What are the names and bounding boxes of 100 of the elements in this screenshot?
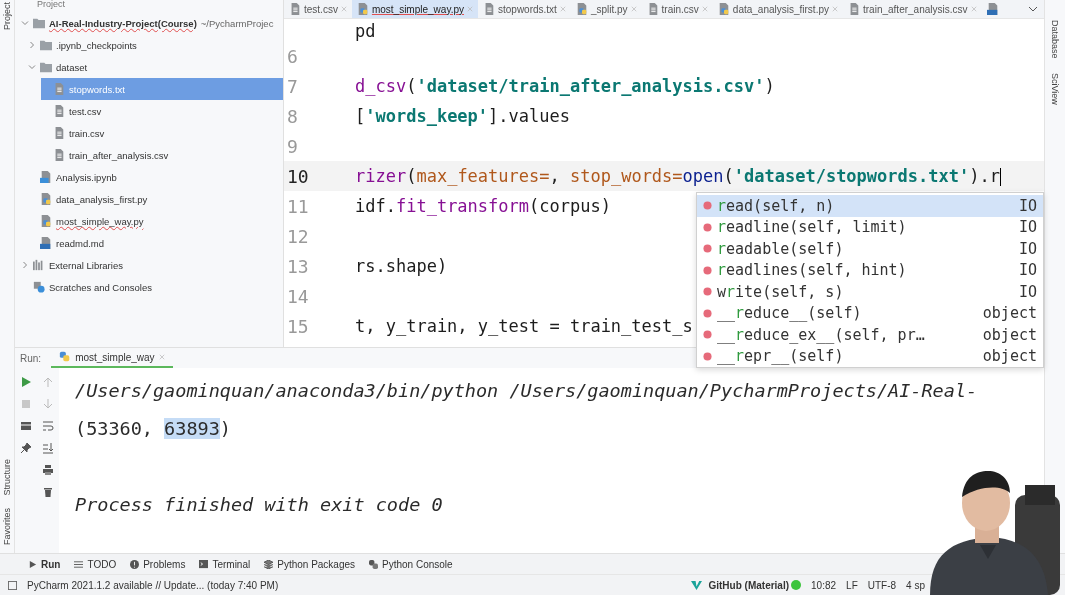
method-icon: [703, 287, 712, 297]
tool-window-button[interactable]: Terminal: [199, 558, 251, 570]
tree-item[interactable]: Analysis.ipynb: [28, 166, 283, 188]
chevron-down-icon[interactable]: [1028, 6, 1038, 12]
editor-tab[interactable]: train.csv: [641, 0, 713, 18]
tree-item[interactable]: External Libraries: [15, 254, 283, 276]
completion-item[interactable]: readline(self, limit) IO: [697, 216, 1043, 238]
theme-name[interactable]: GitHub (Material): [708, 579, 790, 591]
tree-item[interactable]: test.csv: [41, 100, 283, 122]
folder-icon: [33, 17, 45, 29]
close-icon[interactable]: [970, 6, 977, 12]
editor-tab[interactable]: data_analysis_first.py: [712, 0, 843, 18]
up-arrow-icon[interactable]: [42, 376, 54, 388]
completion-item[interactable]: write(self, s) IO: [697, 281, 1043, 303]
close-icon[interactable]: [158, 354, 165, 360]
indent-setting[interactable]: 4 sp: [906, 579, 925, 591]
tool-window-button[interactable]: TODO: [74, 558, 117, 570]
editor-tab[interactable]: stopwords.txt: [478, 0, 571, 18]
layout-icon[interactable]: [20, 420, 32, 432]
line-number: 6: [287, 45, 298, 67]
close-icon[interactable]: [467, 6, 473, 12]
folder-icon: [40, 61, 52, 73]
tree-item[interactable]: Scratches and Consoles: [15, 276, 283, 298]
method-icon: [703, 222, 712, 232]
caret-position[interactable]: 10:82: [811, 579, 837, 591]
code-line: d_csv('dataset/train_after_analysis.csv'): [355, 76, 775, 96]
file-icon: [483, 3, 495, 15]
completion-item[interactable]: __repr__(self) object: [697, 345, 1043, 367]
file-encoding[interactable]: UTF-8: [867, 579, 897, 591]
code-line: rs.shape): [355, 256, 448, 276]
method-icon: [703, 308, 712, 318]
file-icon: [53, 149, 65, 161]
pin-icon[interactable]: [20, 442, 32, 454]
file-icon: [53, 83, 65, 95]
editor-tab[interactable]: test.csv: [284, 0, 352, 18]
python-file-icon: [717, 3, 730, 15]
scroll-to-end-icon[interactable]: [42, 442, 54, 454]
tree-item[interactable]: data_analysis_first.py: [28, 188, 283, 210]
tool-window-button[interactable]: Problems: [130, 558, 186, 570]
completion-item[interactable]: __reduce__(self) object: [697, 302, 1043, 324]
line-number: 12: [287, 225, 309, 247]
python-file-icon: [40, 193, 52, 205]
stop-icon[interactable]: [20, 398, 32, 410]
line-number: 14: [287, 285, 309, 307]
tree-item[interactable]: train_after_analysis.csv: [41, 144, 283, 166]
library-icon: [33, 259, 45, 271]
code-line: rizer(max_features=, stop_words=open('dataset/stopwords.txt').r: [355, 166, 1002, 186]
project-path: ~/PycharmProjec: [200, 17, 274, 29]
tree-item[interactable]: train.csv: [41, 122, 283, 144]
soft-wrap-icon[interactable]: [42, 420, 54, 432]
code-line: t, y_train, y_test = train_test_s: [355, 316, 693, 336]
layers-icon: [264, 559, 274, 569]
run-tab[interactable]: most_simple_way: [51, 348, 173, 368]
editor-tab[interactable]: _split.py: [570, 0, 642, 18]
tree-item[interactable]: readmd.md: [28, 232, 283, 254]
warning-icon: [130, 559, 140, 569]
status-dot-icon: [791, 580, 802, 590]
console-output: (53360, 63893): [75, 417, 232, 441]
completion-item[interactable]: __reduce_ex__(self, pr… object: [697, 324, 1043, 346]
editor-tab[interactable]: train_after_analysis.csv: [843, 0, 982, 18]
tool-window-tab[interactable]: SciView: [1050, 72, 1060, 105]
editor-tab[interactable]: most_simple_way.py: [351, 0, 478, 18]
run-icon[interactable]: [20, 376, 32, 388]
completion-item[interactable]: readable(self) IO: [697, 238, 1043, 260]
python-file-icon: [575, 3, 588, 15]
tree-item[interactable]: dataset: [28, 56, 283, 78]
tree-item[interactable]: most_simple_way.py: [28, 210, 283, 232]
tree-item[interactable]: .ipynb_checkpoints: [28, 34, 283, 56]
notification-icon[interactable]: [8, 580, 17, 590]
method-icon: [703, 265, 712, 275]
close-icon[interactable]: [559, 6, 566, 12]
close-icon[interactable]: [701, 6, 708, 12]
file-icon: [289, 3, 301, 15]
panel-title[interactable]: Project: [37, 0, 65, 8]
method-icon: [703, 244, 712, 254]
completion-item[interactable]: readlines(self, hint) IO: [697, 259, 1043, 281]
completion-item[interactable]: read(self, n) IO: [697, 195, 1043, 217]
tool-window-tab[interactable]: Structure: [2, 459, 12, 496]
theme-logo-icon: [691, 579, 703, 591]
line-number: 13: [287, 255, 309, 277]
status-message[interactable]: PyCharm 2021.1.2 available // Update... (today 7:40 PM): [27, 579, 279, 591]
print-icon[interactable]: [42, 464, 54, 476]
terminal-icon: [199, 559, 209, 569]
trash-icon[interactable]: [42, 486, 54, 498]
python-icon: [59, 351, 72, 363]
close-icon[interactable]: [832, 6, 838, 12]
tool-window-button[interactable]: Python Packages: [264, 558, 356, 570]
close-icon[interactable]: [630, 6, 637, 12]
console-output: /Users/gaominquan/anaconda3/bin/python /Users/gaominquan/PycharmProjects/AI-Real-: [75, 379, 979, 403]
code-line: ['words_keep'].values: [355, 106, 570, 126]
down-arrow-icon[interactable]: [42, 398, 54, 410]
line-ending[interactable]: LF: [846, 579, 858, 591]
line-number: 10: [287, 165, 309, 187]
tool-window-tab[interactable]: Favorites: [2, 508, 12, 545]
tool-window-tab[interactable]: Database: [1050, 20, 1060, 59]
close-icon[interactable]: [340, 6, 347, 12]
tool-window-button[interactable]: Python Console: [369, 558, 453, 570]
tool-window-tab[interactable]: Project: [2, 2, 12, 30]
tool-window-button[interactable]: Run: [28, 558, 61, 570]
tree-item[interactable]: AI-Real-Industry-Project(Course) ~/PycharmProjec: [15, 12, 283, 34]
